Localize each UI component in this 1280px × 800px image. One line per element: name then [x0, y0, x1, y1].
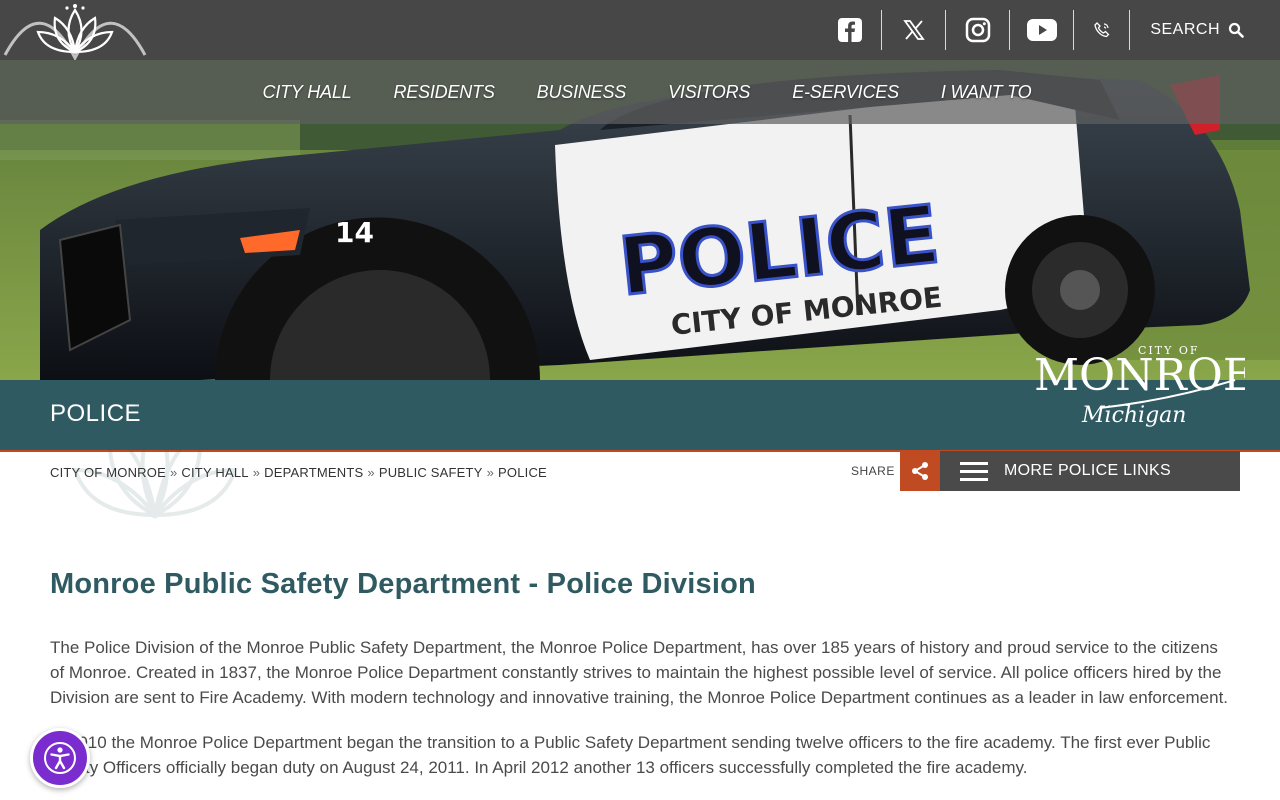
content-heading: Monroe Public Safety Department - Police… — [50, 568, 756, 600]
more-police-links-button[interactable]: MORE POLICE LINKS — [940, 451, 1240, 491]
lotus-watermark-icon — [72, 392, 238, 520]
accessibility-button[interactable] — [30, 728, 90, 788]
nav-item-residents[interactable]: RESIDENTS — [372, 82, 515, 103]
nav-item-visitors[interactable]: VISITORS — [647, 82, 771, 103]
more-links-label: MORE POLICE LINKS — [1004, 462, 1171, 479]
nav-item-business[interactable]: BUSINESS — [516, 82, 647, 103]
search-icon — [1228, 22, 1244, 38]
search-label: SEARCH — [1150, 21, 1220, 38]
logo-michigan: Michigan — [1081, 403, 1186, 428]
instagram-icon[interactable] — [946, 10, 1011, 50]
hamburger-menu-icon — [960, 457, 988, 486]
breadcrumb-separator: » — [486, 465, 495, 480]
main-navigation: CITY HALL RESIDENTS BUSINESS VISITORS E-… — [0, 60, 1280, 124]
accessibility-icon — [44, 742, 76, 774]
main-content: Monroe Public Safety Department - Police… — [50, 568, 1230, 800]
share-label: SHARE — [851, 464, 895, 478]
search-button[interactable]: SEARCH — [1130, 10, 1280, 50]
phone-icon[interactable] — [1074, 10, 1131, 50]
nav-item-i-want-to[interactable]: I WANT TO — [920, 82, 1053, 103]
nav-item-city-hall[interactable]: CITY HALL — [242, 82, 373, 103]
content-paragraph: The Police Division of the Monroe Public… — [50, 638, 1229, 707]
main-nav-list: CITY HALL RESIDENTS BUSINESS VISITORS E-… — [242, 82, 1053, 103]
share-button[interactable] — [900, 451, 940, 491]
social-links: SEARCH — [818, 10, 1280, 50]
logo-monroe: MONROE — [1034, 350, 1245, 401]
breadcrumb-public-safety[interactable]: PUBLIC SAFETY — [379, 465, 483, 480]
x-twitter-icon[interactable] — [882, 10, 947, 50]
breadcrumb-police[interactable]: POLICE — [498, 465, 547, 480]
city-of-monroe-logo[interactable]: CITY OF MONROE Michigan — [1030, 340, 1255, 430]
breadcrumb-separator: » — [252, 465, 261, 480]
top-utility-bar: SEARCH — [0, 0, 1280, 60]
nav-item-e-services[interactable]: E-SERVICES — [771, 82, 920, 103]
breadcrumb-separator: » — [367, 465, 375, 480]
youtube-icon[interactable] — [1010, 10, 1075, 50]
car-number: 14 — [335, 216, 374, 249]
share-icon — [912, 462, 928, 480]
facebook-icon[interactable] — [818, 10, 883, 50]
content-paragraph: In 2010 the Monroe Police Department beg… — [50, 733, 1211, 777]
breadcrumb-departments[interactable]: DEPARTMENTS — [264, 465, 363, 480]
lotus-logo-icon[interactable] — [0, 0, 150, 60]
